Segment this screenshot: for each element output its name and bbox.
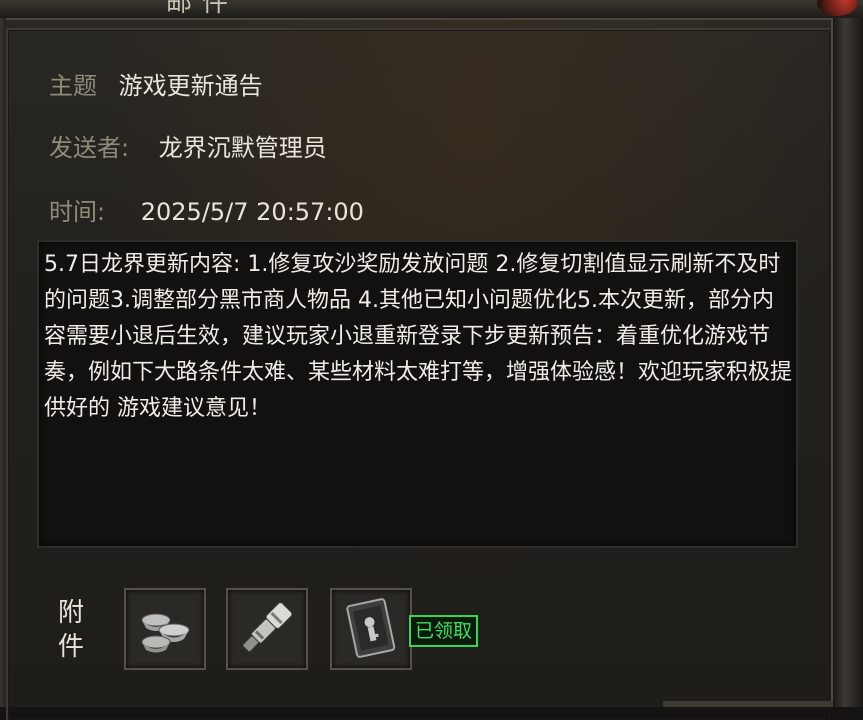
sender-row: 发送者: 龙界沉默管理员	[49, 128, 327, 163]
subject-row: 主题 游戏更新通告	[49, 66, 263, 101]
window-right-frame	[831, 18, 863, 707]
silver-ingots-icon	[141, 613, 190, 653]
mail-window: 邮件 主题 游戏更新通告 发送者: 龙界沉默管理员 时间: 2025/5/7 2…	[0, 0, 863, 720]
subject-label: 主题	[49, 72, 97, 100]
mail-body-box[interactable]: 5.7日龙界更新内容: 1.修复攻沙奖励发放问题 2.修复切割值显示刷新不及时的…	[37, 240, 798, 548]
scroll-card-icon	[346, 598, 396, 658]
attachment-slot-3[interactable]	[330, 588, 412, 670]
sender-value: 龙界沉默管理员	[158, 134, 327, 162]
mail-body-text: 5.7日龙界更新内容: 1.修复攻沙奖励发放问题 2.修复切割值显示刷新不及时的…	[44, 252, 793, 421]
sender-label: 发送者:	[49, 134, 130, 162]
time-value: 2025/5/7 20:57:00	[140, 198, 364, 226]
attachment-slot-2[interactable]	[226, 588, 308, 670]
attachments-label: 附件	[57, 598, 84, 662]
time-row: 时间: 2025/5/7 20:57:00	[49, 192, 364, 227]
claimed-status-badge: 已领取	[409, 615, 479, 647]
telescope-icon	[242, 602, 293, 653]
window-title: 邮件	[166, 0, 239, 18]
attachment-slot-1[interactable]	[124, 588, 206, 670]
bottom-frame-edge	[663, 701, 833, 707]
window-top-frame: 邮件	[0, 0, 863, 20]
time-label: 时间:	[49, 198, 106, 226]
subject-value: 游戏更新通告	[118, 72, 263, 100]
